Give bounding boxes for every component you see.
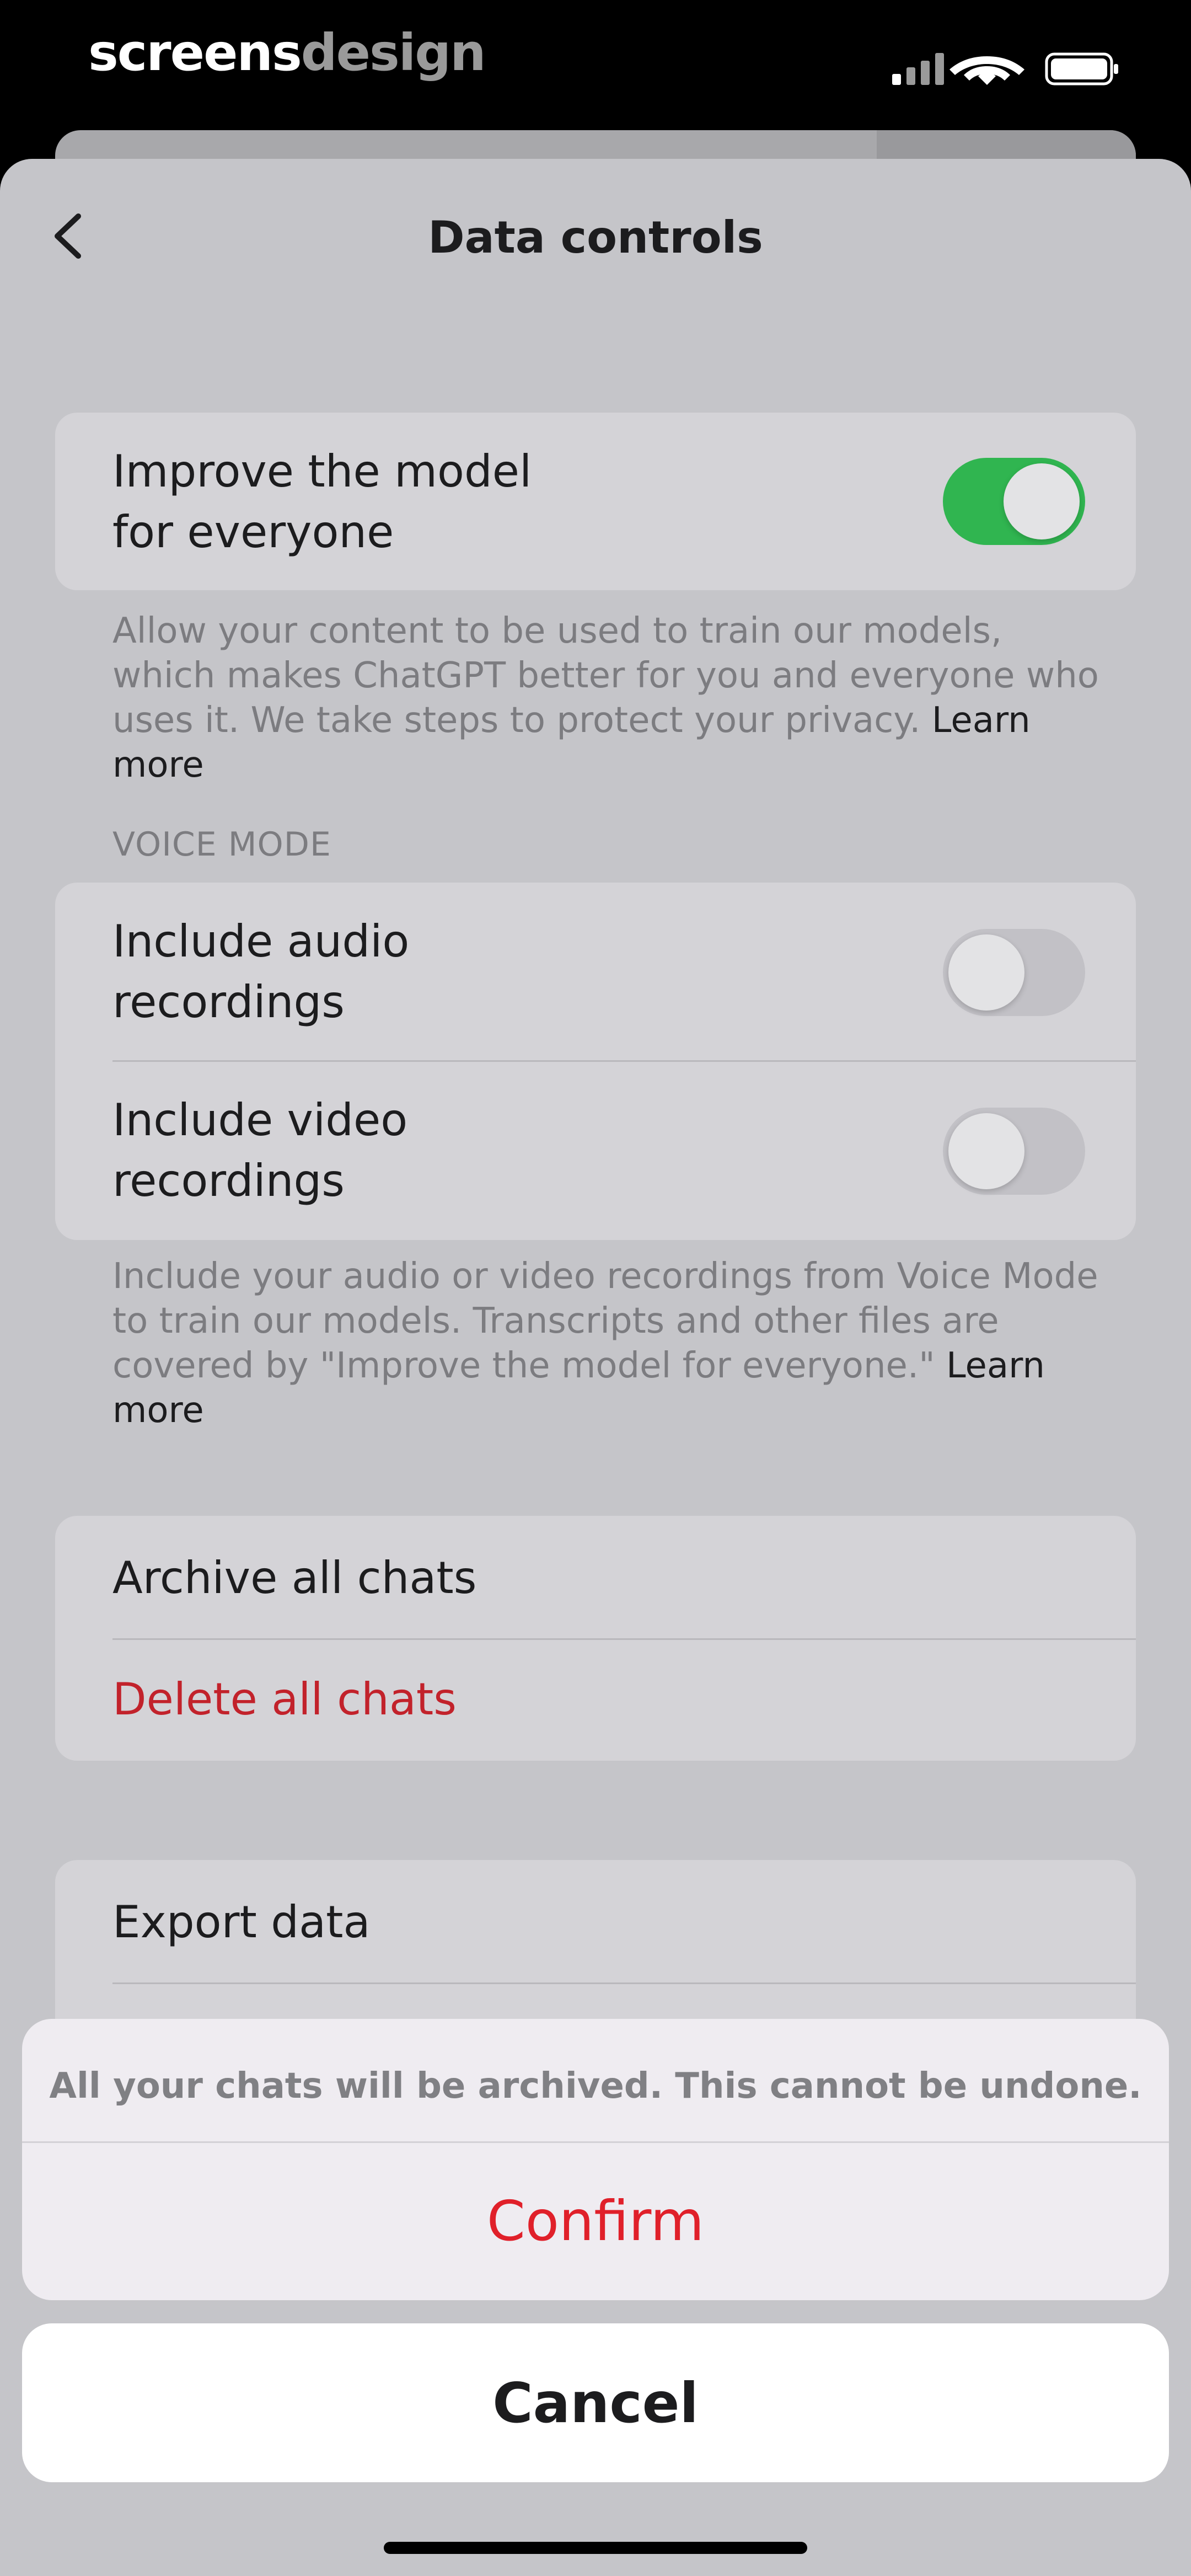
include-video-toggle[interactable] (943, 1108, 1085, 1195)
status-icons (892, 52, 1118, 85)
status-bar: screensdesign (0, 0, 1191, 132)
include-audio-toggle[interactable] (943, 929, 1085, 1016)
archive-all-chats-button[interactable]: Archive all chats (112, 1548, 476, 1608)
page-title: Data controls (428, 212, 763, 263)
section-header-voice-mode: VOICE MODE (112, 825, 331, 864)
cellular-signal-icon (892, 53, 944, 85)
cancel-button[interactable]: Cancel (22, 2323, 1169, 2482)
wifi-icon (949, 56, 1024, 85)
voice-mode-footnote: Include your audio or video recordings f… (112, 1256, 1098, 1431)
improve-model-label: Improve the model for everyone (112, 446, 532, 558)
export-data-button[interactable]: Export data (112, 1892, 371, 1953)
archive-confirm-action-sheet: All your chats will be archived. This ca… (22, 2019, 1169, 2300)
improve-model-card: Improve the model for everyone (55, 413, 1136, 590)
divider (112, 1060, 1136, 1062)
improve-model-footnote: Allow your content to be used to train o… (112, 611, 1099, 785)
home-indicator (384, 2542, 807, 2554)
divider (112, 1982, 1136, 1984)
confirm-button[interactable]: Confirm (22, 2141, 1169, 2300)
watermark-logo: screensdesign (88, 23, 486, 82)
include-audio-label: Include audio recordings (112, 916, 410, 1028)
delete-all-chats-button[interactable]: Delete all chats (112, 1669, 457, 1730)
divider (112, 1638, 1136, 1640)
include-video-label: Include video recordings (112, 1094, 408, 1206)
voice-mode-card: Include audio recordings Include video r… (55, 883, 1136, 1240)
action-sheet-message: All your chats will be archived. This ca… (49, 2066, 1142, 2107)
improve-model-toggle[interactable] (943, 458, 1085, 545)
chats-card: Archive all chats Delete all chats (55, 1516, 1136, 1761)
battery-icon (1045, 52, 1118, 85)
